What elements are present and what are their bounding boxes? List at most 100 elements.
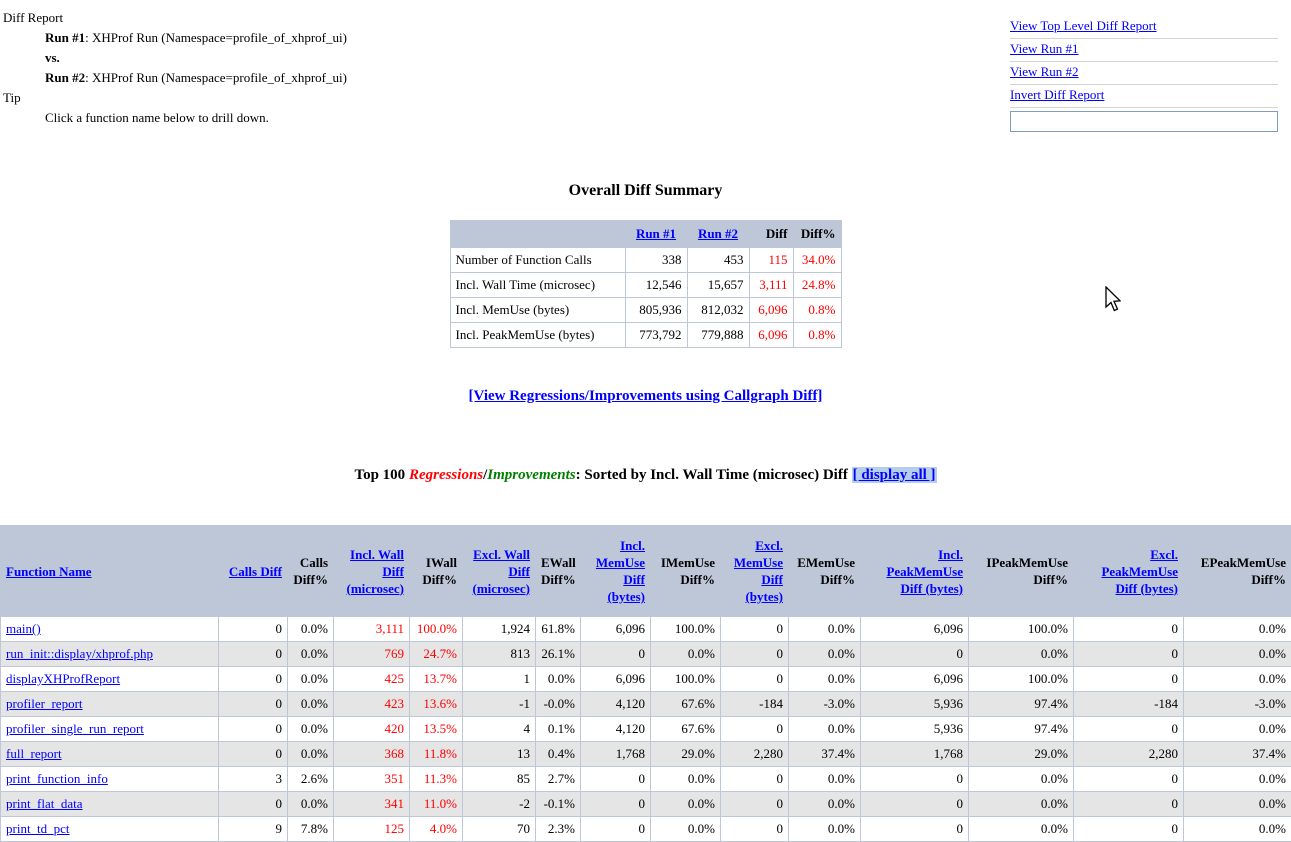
table-cell: 0 bbox=[1074, 817, 1184, 842]
table-cell: 0.0% bbox=[1184, 717, 1291, 742]
column-header-link[interactable]: Run #2 bbox=[687, 221, 749, 248]
table-cell: 1,768 bbox=[581, 742, 651, 767]
tip-label: Tip bbox=[3, 88, 347, 108]
function-name-link[interactable]: main() bbox=[6, 621, 41, 636]
table-caption: Top 100 Regressions/Improvements: Sorted… bbox=[0, 467, 1291, 484]
table-cell: 0.0% bbox=[288, 792, 334, 817]
table-cell: 0.0% bbox=[789, 642, 861, 667]
nav-link[interactable]: Invert Diff Report bbox=[1010, 87, 1104, 102]
sort-column-link[interactable]: Excl. Wall Diff (microsec) bbox=[472, 547, 530, 596]
column-header: Diff% bbox=[793, 221, 841, 248]
table-cell: -2 bbox=[463, 792, 536, 817]
column-header-link[interactable]: Incl. PeakMemUse Diff (bytes) bbox=[861, 526, 969, 617]
table-cell: Incl. MemUse (bytes) bbox=[450, 298, 625, 323]
table-cell: 24.7% bbox=[410, 642, 463, 667]
table-cell: 5,936 bbox=[861, 692, 969, 717]
table-row: run_init::display/xhprof.php00.0%76924.7… bbox=[1, 642, 1291, 667]
column-header: EWall Diff% bbox=[536, 526, 581, 617]
column-header: Calls Diff% bbox=[288, 526, 334, 617]
table-cell: 0.0% bbox=[1184, 642, 1291, 667]
nav-link[interactable]: View Top Level Diff Report bbox=[1010, 18, 1157, 33]
sort-column-link[interactable]: Run #1 bbox=[636, 226, 676, 241]
table-cell: 85 bbox=[463, 767, 536, 792]
column-header bbox=[450, 221, 625, 248]
callgraph-link-row: [View Regressions/Improvements using Cal… bbox=[0, 388, 1291, 405]
run1-desc: : XHProf Run (Namespace=profile_of_xhpro… bbox=[85, 30, 347, 45]
table-cell: 0 bbox=[219, 792, 288, 817]
callgraph-diff-link[interactable]: [View Regressions/Improvements using Cal… bbox=[469, 388, 823, 404]
function-name-link[interactable]: print_function_info bbox=[6, 771, 108, 786]
function-name-link[interactable]: full_report bbox=[6, 746, 62, 761]
search-input[interactable] bbox=[1010, 111, 1278, 132]
nav-link-row: Invert Diff Report bbox=[1010, 85, 1278, 108]
table-row: print_td_pct97.8%1254.0%702.3%00.0%00.0%… bbox=[1, 817, 1291, 842]
table-cell: 769 bbox=[334, 642, 410, 667]
table-cell: 7.8% bbox=[288, 817, 334, 842]
table-cell: 0 bbox=[861, 642, 969, 667]
column-header: IMemUse Diff% bbox=[651, 526, 721, 617]
sort-column-link[interactable]: Function Name bbox=[6, 564, 92, 579]
table-cell: 805,936 bbox=[625, 298, 687, 323]
table-row: profiler_report00.0%42313.6%-1-0.0%4,120… bbox=[1, 692, 1291, 717]
display-all-link[interactable]: [ display all ] bbox=[853, 467, 936, 483]
column-header-link[interactable]: Excl. PeakMemUse Diff (bytes) bbox=[1074, 526, 1184, 617]
sort-column-link[interactable]: Run #2 bbox=[698, 226, 738, 241]
table-cell: 0 bbox=[581, 767, 651, 792]
table-cell: 0 bbox=[219, 717, 288, 742]
table-cell: 34.0% bbox=[793, 248, 841, 273]
function-name-link[interactable]: print_td_pct bbox=[6, 821, 70, 836]
table-cell: 24.8% bbox=[793, 273, 841, 298]
table-cell: 2.7% bbox=[536, 767, 581, 792]
table-row: print_function_info32.6%35111.3%852.7%00… bbox=[1, 767, 1291, 792]
table-cell: 0.0% bbox=[288, 617, 334, 642]
function-diff-table: Function Name Calls Diff Calls Diff% Incl. … bbox=[0, 525, 1291, 842]
nav-link[interactable]: View Run #2 bbox=[1010, 64, 1079, 79]
table-row: Number of Function Calls33845311534.0% bbox=[450, 248, 841, 273]
function-name-link[interactable]: run_init::display/xhprof.php bbox=[6, 646, 153, 661]
table-cell: -0.1% bbox=[536, 792, 581, 817]
sort-column-link[interactable]: Calls Diff bbox=[229, 564, 282, 579]
table-cell: Incl. PeakMemUse (bytes) bbox=[450, 323, 625, 348]
table-cell: 0 bbox=[1074, 642, 1184, 667]
table-cell: 13.6% bbox=[410, 692, 463, 717]
table-cell: 0.0% bbox=[789, 717, 861, 742]
function-name-link[interactable]: print_flat_data bbox=[6, 796, 83, 811]
table-cell: 779,888 bbox=[687, 323, 749, 348]
table-cell: 0 bbox=[721, 817, 789, 842]
column-header-link[interactable]: Excl. MemUse Diff (bytes) bbox=[721, 526, 789, 617]
tip-text: Click a function name below to drill dow… bbox=[45, 108, 347, 128]
report-header: Diff Report Run #1: XHProf Run (Namespac… bbox=[3, 8, 347, 128]
table-cell: 0 bbox=[861, 817, 969, 842]
table-cell: 0 bbox=[219, 667, 288, 692]
sort-column-link[interactable]: Incl. PeakMemUse Diff (bytes) bbox=[886, 547, 963, 596]
caption-prefix: Top 100 bbox=[354, 467, 408, 483]
column-header-link[interactable]: Function Name bbox=[1, 526, 219, 617]
table-cell: 6,096 bbox=[749, 323, 793, 348]
table-cell: 0 bbox=[219, 692, 288, 717]
table-cell: 0.0% bbox=[288, 667, 334, 692]
table-cell: 0.0% bbox=[969, 642, 1074, 667]
table-cell: main() bbox=[1, 617, 219, 642]
table-cell: 11.8% bbox=[410, 742, 463, 767]
sort-column-link[interactable]: Excl. MemUse Diff (bytes) bbox=[734, 538, 783, 604]
column-header-link[interactable]: Calls Diff bbox=[219, 526, 288, 617]
column-header-link[interactable]: Incl. Wall Diff (microsec) bbox=[334, 526, 410, 617]
sort-column-link[interactable]: Incl. MemUse Diff (bytes) bbox=[596, 538, 645, 604]
function-name-link[interactable]: displayXHProfReport bbox=[6, 671, 120, 686]
function-name-link[interactable]: profiler_single_run_report bbox=[6, 721, 144, 736]
table-cell: 0.0% bbox=[651, 817, 721, 842]
table-cell: -0.0% bbox=[536, 692, 581, 717]
function-name-link[interactable]: profiler_report bbox=[6, 696, 83, 711]
column-header-link[interactable]: Run #1 bbox=[625, 221, 687, 248]
column-header-link[interactable]: Excl. Wall Diff (microsec) bbox=[463, 526, 536, 617]
table-cell: 100.0% bbox=[651, 617, 721, 642]
nav-link[interactable]: View Run #1 bbox=[1010, 41, 1079, 56]
sort-column-link[interactable]: Incl. Wall Diff (microsec) bbox=[346, 547, 404, 596]
table-cell: 0.0% bbox=[789, 767, 861, 792]
caption-regressions: Regressions bbox=[409, 467, 483, 483]
sort-column-link[interactable]: Excl. PeakMemUse Diff (bytes) bbox=[1101, 547, 1178, 596]
table-cell: 0 bbox=[581, 792, 651, 817]
nav-links: View Top Level Diff Report View Run #1 Vie… bbox=[1010, 16, 1278, 132]
display-all-highlight: [ display all ] bbox=[852, 467, 937, 483]
column-header-link[interactable]: Incl. MemUse Diff (bytes) bbox=[581, 526, 651, 617]
